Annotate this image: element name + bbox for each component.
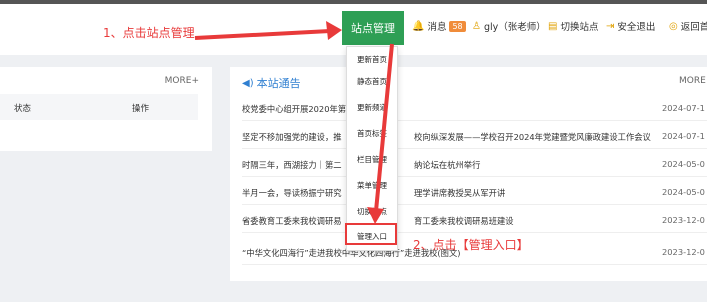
annotation-arrows <box>194 21 394 224</box>
step1-arrow <box>194 29 331 40</box>
step1-arrowhead <box>326 21 342 40</box>
step2-arrow <box>374 43 394 212</box>
step2-arrowhead <box>367 207 384 224</box>
